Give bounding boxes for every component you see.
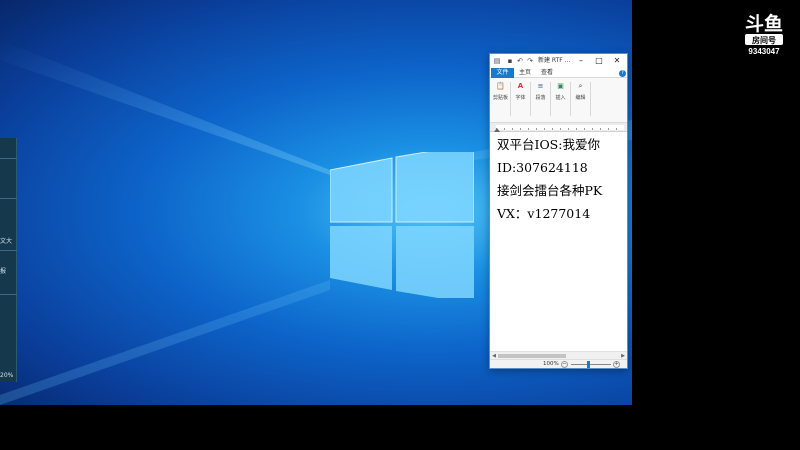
save-icon[interactable]: ▪: [506, 57, 514, 65]
tab-file[interactable]: 文件: [491, 68, 514, 78]
zoom-in-button[interactable]: +: [613, 361, 620, 368]
minimize-button[interactable]: –: [572, 54, 590, 68]
side-text-2: 报: [0, 268, 7, 275]
help-icon[interactable]: ?: [619, 70, 626, 77]
side-text-3: 20%: [0, 372, 14, 379]
ribbon-separator: [530, 82, 531, 116]
ruler-scale: [496, 125, 624, 130]
horizontal-scrollbar[interactable]: ◀ ▶: [490, 351, 627, 359]
picture-icon: ▣: [557, 82, 564, 90]
window-title: 新建 RTF ...: [538, 57, 571, 64]
room-number: 9343047: [748, 47, 780, 56]
document-line: 双平台IOS:我爱你: [497, 137, 600, 152]
binoculars-icon: ⌕: [578, 82, 583, 90]
document-editor[interactable]: 双平台IOS:我爱你 ID:307624118 接剑会擂台各种PK VX：v12…: [490, 132, 627, 351]
ribbon-group-label: 剪贴板: [493, 95, 509, 101]
font-color-icon: A: [517, 82, 524, 90]
side-window-partial[interactable]: 文大 报 20%: [0, 138, 17, 382]
undo-icon[interactable]: ↶: [516, 57, 524, 65]
ribbon-group-label: 编辑: [575, 95, 586, 101]
zoom-slider[interactable]: [571, 364, 611, 365]
wordpad-window[interactable]: ▤ ▪ ↶ ↷ 新建 RTF ... – □ ✕ 文件 主页 查看 ? 📋 剪贴…: [489, 53, 628, 369]
ribbon-group-label: 插入: [555, 95, 566, 101]
ribbon-separator: [570, 82, 571, 116]
ribbon-separator: [510, 82, 511, 116]
scrollbar-thumb[interactable]: [498, 354, 566, 358]
tab-home[interactable]: 主页: [517, 68, 533, 78]
ribbon-group-editing[interactable]: ⌕ 编辑: [573, 81, 588, 117]
ribbon: 📋 剪贴板 A 字体 ≡ 段落 ▣ 插入 ⌕ 编辑: [490, 78, 627, 123]
svg-text:房间号: 房间号: [752, 35, 776, 45]
ribbon-separator: [550, 82, 551, 116]
ribbon-group-clipboard[interactable]: 📋 剪贴板: [493, 81, 508, 117]
clipboard-icon: 📋: [496, 82, 505, 90]
close-button[interactable]: ✕: [608, 54, 626, 68]
paragraph-icon: ≡: [537, 82, 544, 90]
douyu-logo-icon: 斗鱼 房间号: [745, 12, 783, 45]
ribbon-separator: [590, 82, 591, 116]
windows-logo-icon: [330, 152, 474, 298]
status-bar: 100% − +: [490, 359, 627, 368]
ribbon-tab-bar: 文件 主页 查看 ?: [490, 68, 627, 78]
zoom-level: 100%: [543, 361, 559, 367]
redo-icon[interactable]: ↷: [526, 57, 534, 65]
ruler[interactable]: [490, 123, 627, 132]
divider: [0, 198, 17, 199]
ribbon-group-font[interactable]: A 字体: [513, 81, 528, 117]
divider: [0, 158, 17, 159]
zoom-slider-thumb[interactable]: [587, 361, 590, 368]
document-line: ID:307624118: [497, 160, 588, 175]
document-line: VX：v1277014: [497, 206, 591, 221]
title-bar[interactable]: ▤ ▪ ↶ ↷ 新建 RTF ... – □ ✕: [490, 54, 627, 68]
ribbon-group-label: 段落: [535, 95, 546, 101]
zoom-out-button[interactable]: −: [561, 361, 568, 368]
wordpad-app-icon[interactable]: ▤: [493, 57, 501, 65]
svg-text:斗鱼: 斗鱼: [745, 12, 783, 35]
document-line: 接剑会擂台各种PK: [497, 183, 603, 198]
divider: [0, 294, 17, 295]
maximize-button[interactable]: □: [590, 54, 608, 68]
ribbon-group-insert[interactable]: ▣ 插入: [553, 81, 568, 117]
divider: [0, 250, 17, 251]
ribbon-group-paragraph[interactable]: ≡ 段落: [533, 81, 548, 117]
side-text-1: 文大: [0, 238, 13, 245]
ribbon-group-label: 字体: [515, 95, 526, 101]
tab-view[interactable]: 查看: [539, 68, 555, 78]
